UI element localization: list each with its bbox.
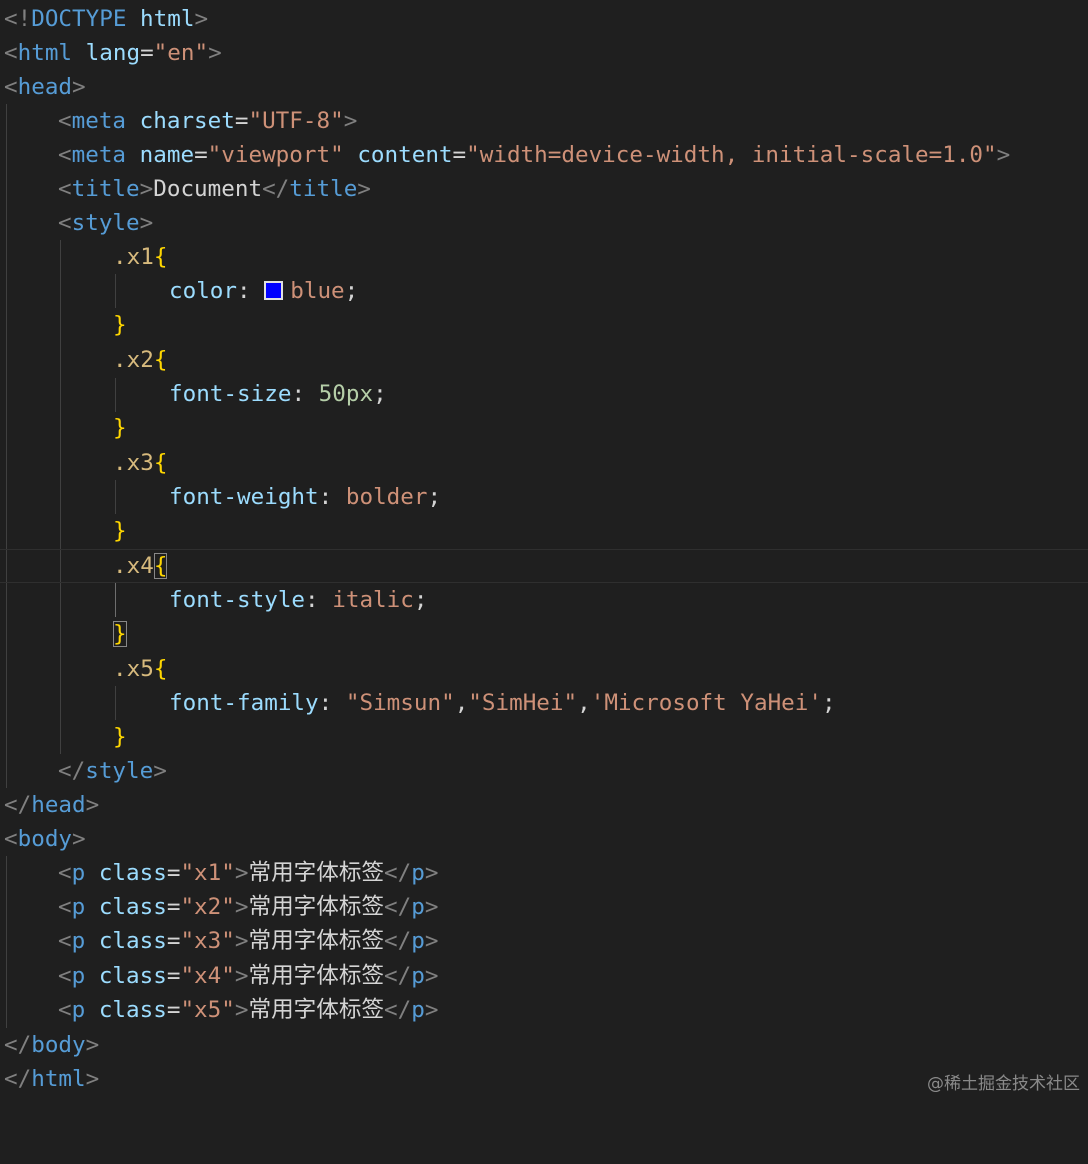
code-line-paragraph: <p class="x2">常用字体标签</p> — [58, 894, 439, 920]
code-line-style-open: <style> — [58, 210, 154, 236]
code-line-html-open: <html lang="en"> — [4, 40, 222, 66]
css-close-line: } — [0, 617, 1088, 651]
css-declaration-line: font-size: 50px; — [169, 381, 387, 407]
meta-name-attr: name — [139, 142, 195, 168]
css-declaration-line: color: blue; — [169, 278, 359, 304]
watermark: @稀土掘金技术社区 — [927, 1074, 1080, 1094]
code-line-meta-charset: <meta charset="UTF-8"> — [58, 108, 358, 134]
css-selector: .x2 — [113, 347, 154, 373]
meta-name-value: "viewport" — [207, 142, 344, 168]
color-swatch-icon[interactable] — [264, 281, 284, 300]
meta-charset-attr: charset — [139, 108, 235, 134]
css-selector-line: .x5{ — [113, 656, 168, 682]
css-selector-line: .x1{ — [113, 244, 168, 270]
css-declaration-line: font-weight: bolder; — [169, 484, 442, 510]
paragraph-text: 常用字体标签 — [248, 928, 385, 954]
css-property: font-style — [169, 587, 306, 613]
code-editor[interactable]: <!DOCTYPE html> <html lang="en"> <head> … — [0, 0, 1088, 1102]
meta-tag-name: meta — [71, 142, 127, 168]
css-value-part: "Simsun" — [345, 690, 455, 716]
code-line-paragraph: <p class="x1">常用字体标签</p> — [58, 860, 439, 886]
code-line-paragraph: <p class="x5">常用字体标签</p> — [58, 997, 439, 1023]
meta-content-attr: content — [357, 142, 453, 168]
paragraph-text: 常用字体标签 — [248, 860, 385, 886]
paragraph-text: 常用字体标签 — [248, 963, 385, 989]
code-line-body-open: <body> — [4, 826, 86, 852]
css-value: italic — [332, 587, 414, 613]
css-property: font-family — [169, 690, 319, 716]
body-tag-name: body — [17, 826, 73, 852]
doctype-keyword: DOCTYPE — [31, 6, 127, 32]
css-selector: .x4 — [113, 553, 154, 579]
doctype-close: > — [194, 6, 209, 32]
css-selector: .x3 — [113, 450, 154, 476]
title-tag-name: title — [71, 176, 140, 202]
css-value: 50px — [318, 381, 374, 407]
meta-charset-value: "UTF-8" — [248, 108, 344, 134]
title-text: Document — [153, 176, 263, 202]
matched-open-brace: { — [153, 553, 168, 579]
css-value-part: 'Microsoft YaHei' — [590, 690, 822, 716]
css-property: color — [169, 278, 238, 304]
code-line-head-open: <head> — [4, 74, 86, 100]
html-tag-name: html — [17, 40, 73, 66]
css-property: font-size — [169, 381, 292, 407]
css-selector-line-current: .x4{ — [0, 549, 1088, 583]
paragraph-text: 常用字体标签 — [248, 997, 385, 1023]
css-value: bolder — [345, 484, 428, 510]
paragraph-text: 常用字体标签 — [248, 894, 385, 920]
code-line-doctype: <!DOCTYPE html> — [0, 2, 1088, 36]
css-value: blue — [290, 278, 345, 304]
doctype-open: <! — [4, 6, 32, 32]
code-line-style-close: </style> — [58, 758, 167, 784]
css-close-line: } — [113, 312, 127, 338]
css-close-line: } — [113, 518, 127, 544]
css-declaration-line: font-family: "Simsun","SimHei",'Microsof… — [169, 690, 836, 716]
code-line-paragraph: <p class="x3">常用字体标签</p> — [58, 928, 439, 954]
css-close-line: } — [113, 415, 127, 441]
head-tag-name: head — [17, 74, 73, 100]
doctype-name: html — [140, 6, 195, 32]
css-selector: .x1 — [113, 244, 154, 270]
code-line-paragraph: <p class="x4">常用字体标签</p> — [58, 963, 439, 989]
code-line-meta-viewport: <meta name="viewport" content="width=dev… — [58, 142, 1011, 168]
css-property: font-weight — [169, 484, 319, 510]
css-value-part: "SimHei" — [468, 690, 578, 716]
code-line-body-close: </body> — [4, 1032, 100, 1058]
matched-close-brace: } — [113, 621, 127, 647]
html-lang-attr: lang — [85, 40, 141, 66]
css-selector: .x5 — [113, 656, 154, 682]
html-lang-value: "en" — [153, 40, 209, 66]
css-selector-line: .x2{ — [113, 347, 168, 373]
code-line-html-close: </html> — [4, 1066, 100, 1092]
code-line-title: <title>Document</title> — [58, 176, 371, 202]
css-close-line: } — [113, 724, 127, 750]
meta-tag-name: meta — [71, 108, 127, 134]
meta-content-value: "width=device-width, initial-scale=1.0" — [466, 142, 997, 168]
style-tag-name: style — [71, 210, 140, 236]
css-selector-line: .x3{ — [113, 450, 168, 476]
code-line-head-close: </head> — [4, 792, 100, 818]
css-declaration-line: font-style: italic; — [169, 587, 428, 613]
